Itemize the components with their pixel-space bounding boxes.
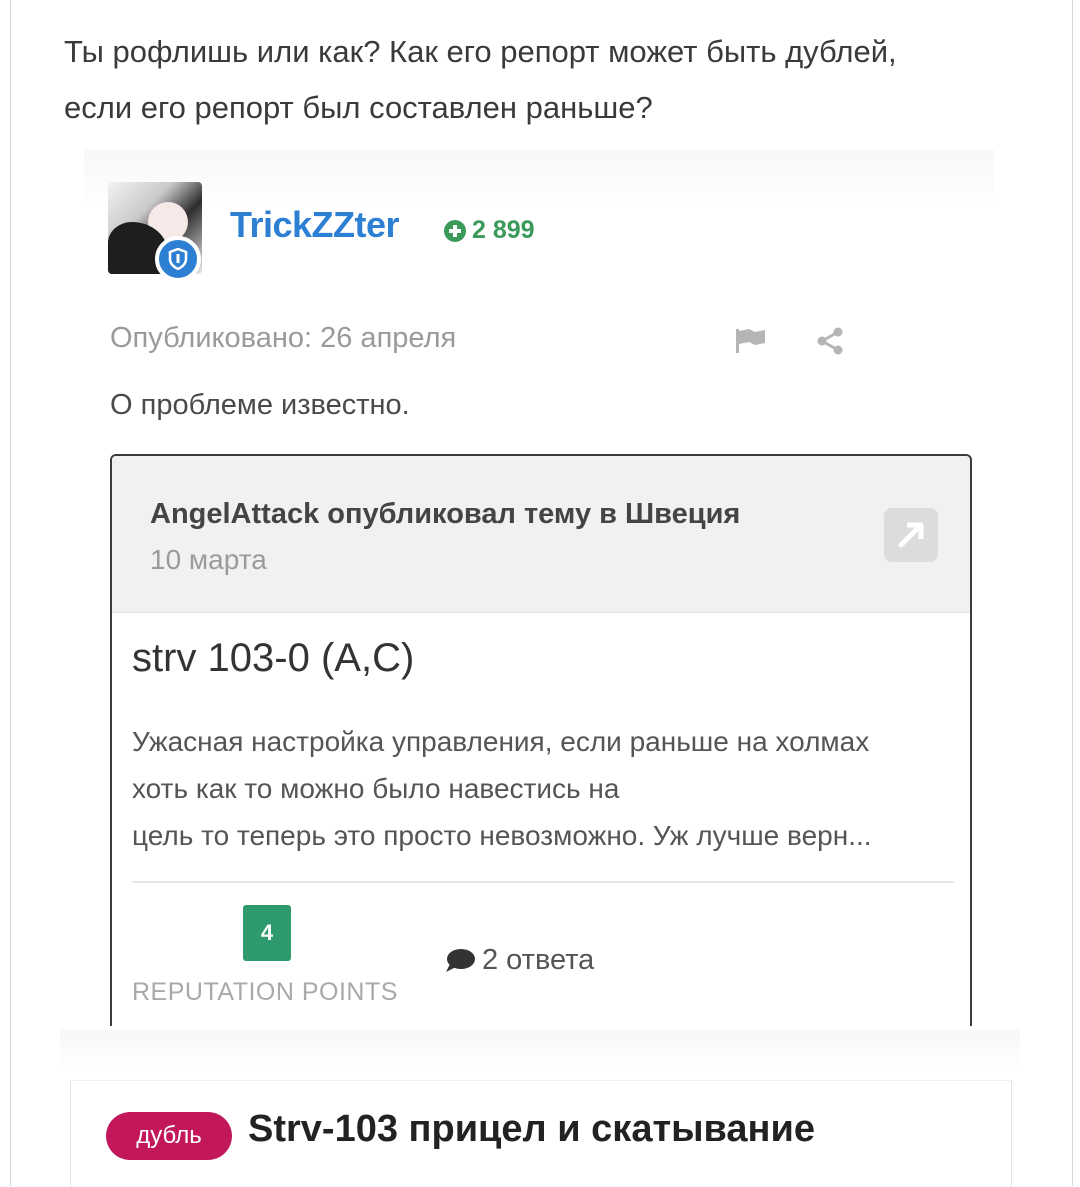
reputation-badge: 2 899 — [444, 216, 535, 245]
external-link-icon[interactable] — [884, 508, 938, 562]
replies-link[interactable]: 2 ответа — [444, 944, 594, 977]
comment-line: Ты рофлишь или как? Как его репорт может… — [64, 34, 897, 69]
post-text: О проблеме известно. — [110, 389, 410, 421]
published-date: Опубликовано: 26 апреля — [110, 322, 457, 354]
comment-icon — [446, 948, 475, 972]
embed-author-line: AngelAttack опубликовал тему в Швеция — [150, 498, 741, 530]
comment-line: если его репорт был составлен раньше? — [64, 90, 653, 125]
page-border-right — [1072, 0, 1073, 1186]
quote-top-fade — [84, 150, 994, 210]
reputation-value: 2 899 — [472, 216, 535, 244]
embed-body-line: цель то теперь это просто невозможно. Уж… — [132, 820, 872, 851]
duplicate-tag[interactable]: дубль — [106, 1112, 232, 1160]
shield-icon — [155, 236, 201, 282]
section-fade — [60, 1030, 1020, 1070]
embed-title[interactable]: strv 103-0 (A,C) — [132, 636, 414, 681]
reputation-points-badge: 4 — [243, 905, 291, 961]
comment-text: Ты рофлишь или как? Как его репорт может… — [64, 24, 1024, 136]
flag-icon[interactable] — [735, 327, 767, 355]
topic-title: Strv-103 прицел и скатывание — [248, 1108, 815, 1150]
share-icon[interactable] — [815, 326, 845, 356]
embed-body-line: хоть как то можно было навестись на — [132, 773, 620, 804]
replies-count: 2 ответа — [482, 944, 595, 976]
embedded-topic-card[interactable]: AngelAttack опубликовал тему в Швеция 10… — [110, 454, 972, 1026]
page-border-left — [10, 0, 11, 1186]
embed-date: 10 марта — [150, 544, 267, 575]
plus-circle-icon — [444, 219, 466, 242]
embed-header: AngelAttack опубликовал тему в Швеция 10… — [112, 456, 970, 613]
divider — [132, 881, 954, 883]
embed-body: Ужасная настройка управления, если раньш… — [132, 718, 962, 859]
embed-body-line: Ужасная настройка управления, если раньш… — [132, 726, 870, 757]
reputation-points-label: REPUTATION POINTS — [132, 978, 398, 1006]
username-link[interactable]: TrickZZter — [230, 204, 400, 246]
